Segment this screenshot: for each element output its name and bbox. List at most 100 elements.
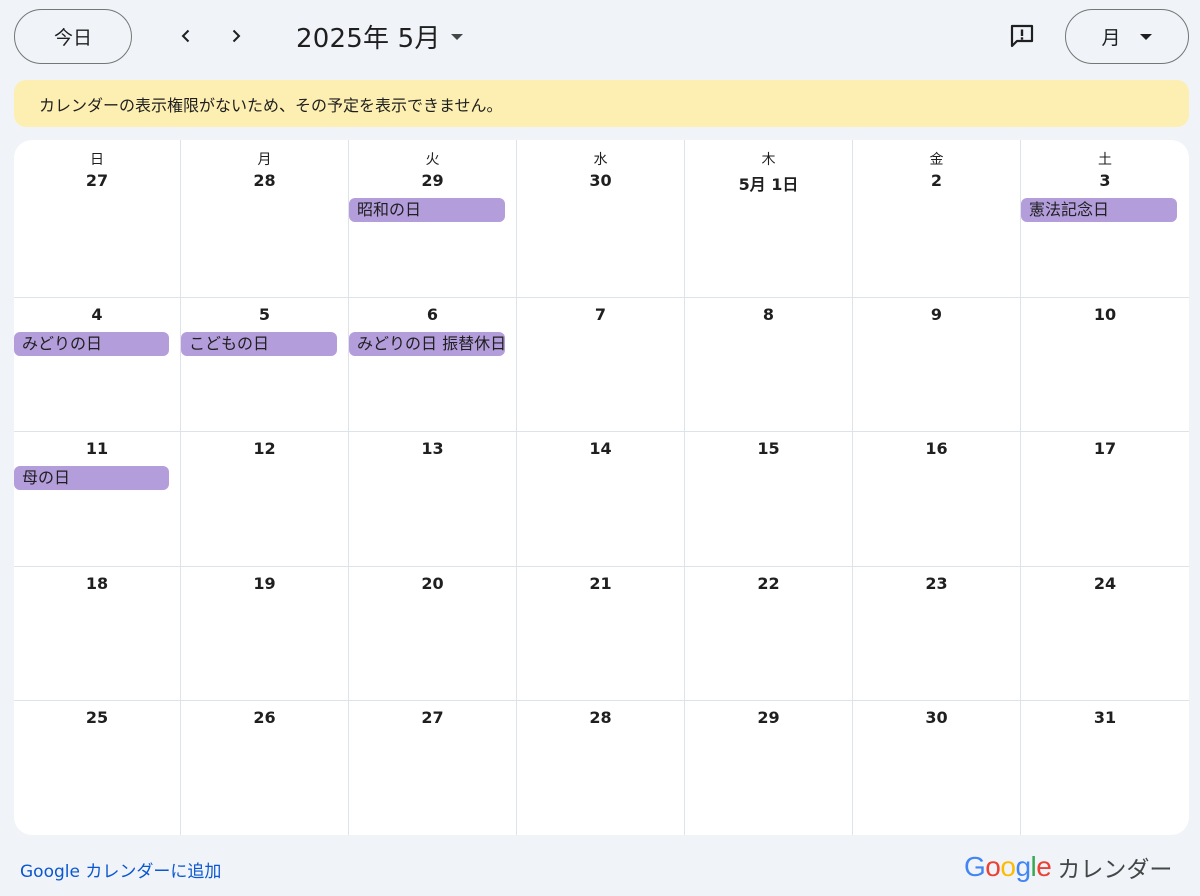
day-cell[interactable]: 5 こどもの日 (181, 298, 349, 432)
day-number: 8 (762, 305, 775, 324)
day-number: 29 (421, 171, 444, 190)
feedback-button[interactable] (1002, 16, 1042, 56)
view-selector-button[interactable]: 月 (1065, 9, 1189, 64)
weekday-header: 水 (593, 152, 608, 168)
caret-down-icon (451, 34, 463, 40)
day-number: 10 (1093, 305, 1117, 324)
day-cell[interactable]: 24 (1021, 567, 1189, 701)
day-cell[interactable]: 14 (517, 432, 685, 567)
weekday-header: 月 (257, 152, 272, 168)
day-cell[interactable]: 金2 (853, 140, 1021, 298)
day-cell[interactable]: 11 母の日 (14, 432, 181, 567)
day-number: 15 (757, 439, 780, 458)
day-cell[interactable]: 29 (685, 701, 853, 835)
day-number: 9 (930, 305, 943, 324)
weekday-header: 土 (1098, 152, 1112, 168)
day-cell[interactable]: 10 (1021, 298, 1189, 432)
day-number: 13 (421, 439, 444, 458)
today-button[interactable]: 今日 (14, 9, 132, 64)
day-number: 22 (757, 574, 780, 593)
day-number: 2 (930, 171, 943, 190)
day-number: 7 (594, 305, 607, 324)
day-number: 21 (589, 574, 612, 593)
day-cell[interactable]: 25 (14, 701, 181, 835)
day-cell[interactable]: 木 5月 1日 (685, 140, 853, 298)
banner-text: カレンダーの表示権限がないため、その予定を表示できません。 (39, 95, 503, 115)
day-number: 18 (85, 574, 109, 593)
permission-warning-banner: カレンダーの表示権限がないため、その予定を表示できません。 (14, 80, 1189, 127)
day-cell[interactable]: 13 (349, 432, 517, 567)
day-cell[interactable]: 火 29 昭和の日 (349, 140, 517, 298)
day-cell[interactable]: 20 (349, 567, 517, 701)
view-selector-label: 月 (1101, 27, 1121, 49)
day-number: 27 (85, 171, 109, 190)
day-number: 19 (253, 574, 276, 593)
event-chip[interactable]: みどりの日 (14, 332, 169, 356)
day-cell[interactable]: 21 (517, 567, 685, 701)
next-month-button[interactable] (216, 16, 256, 56)
weekday-header: 火 (425, 152, 440, 168)
day-cell[interactable]: 31 (1021, 701, 1189, 835)
weekday-header: 木 (761, 152, 776, 168)
day-number: 24 (1093, 574, 1117, 593)
day-cell[interactable]: 土 3 憲法記念日 (1021, 140, 1189, 298)
chevron-left-icon (181, 29, 190, 43)
day-cell[interactable]: 日 27 (14, 140, 181, 298)
day-number: 27 (421, 708, 444, 727)
day-number: 28 (589, 708, 612, 727)
google-calendar-brand: Google カレンダー (964, 851, 1172, 883)
day-number: 30 (589, 171, 612, 190)
add-to-google-calendar-link[interactable]: Google カレンダーに追加 (20, 857, 221, 882)
day-number: 5 (258, 305, 271, 324)
day-number: 4 (91, 305, 103, 324)
day-cell[interactable]: 17 (1021, 432, 1189, 567)
event-chip[interactable]: 母の日 (14, 466, 169, 490)
day-number: 29 (757, 708, 780, 727)
day-cell[interactable]: 4 みどりの日 (14, 298, 181, 432)
day-number: 28 (253, 171, 276, 190)
google-logo: Google (964, 851, 1052, 882)
day-number: 3 (1099, 171, 1111, 190)
day-number: 17 (1093, 439, 1117, 458)
feedback-icon (1010, 24, 1034, 48)
event-chip[interactable]: 昭和の日 (349, 198, 505, 222)
previous-month-button[interactable] (166, 16, 206, 56)
day-cell[interactable]: 18 (14, 567, 181, 701)
day-cell[interactable]: 22 (685, 567, 853, 701)
day-cell[interactable]: 9 (853, 298, 1021, 432)
day-cell[interactable]: 7 (517, 298, 685, 432)
day-number: 14 (589, 439, 612, 458)
day-number: 31 (1093, 708, 1117, 727)
day-number: 30 (925, 708, 948, 727)
event-chip[interactable]: 憲法記念日 (1021, 198, 1177, 222)
toolbar: 今日 2025年 5月 月 (0, 0, 1200, 74)
day-cell[interactable]: 12 (181, 432, 349, 567)
day-cell[interactable]: 23 (853, 567, 1021, 701)
day-number: 11 (85, 439, 109, 458)
day-cell[interactable]: 30 (853, 701, 1021, 835)
day-number: 20 (421, 574, 444, 593)
day-cell[interactable]: 28 (517, 701, 685, 835)
day-cell[interactable]: 8 (685, 298, 853, 432)
caret-down-icon (1139, 33, 1152, 40)
day-number: 23 (925, 574, 948, 593)
day-cell[interactable]: 6 みどりの日 振替休日 (349, 298, 517, 432)
month-picker-button[interactable] (442, 24, 472, 50)
weekday-header: 金 (929, 152, 944, 168)
event-chip[interactable]: みどりの日 振替休日 (349, 332, 505, 356)
day-number: 6 (426, 305, 439, 324)
day-cell[interactable]: 月 28 (181, 140, 349, 298)
day-cell[interactable]: 水 30 (517, 140, 685, 298)
brand-text: カレンダー (1057, 857, 1173, 883)
day-cell[interactable]: 27 (349, 701, 517, 835)
day-number: 12 (253, 439, 276, 458)
day-cell[interactable]: 16 (853, 432, 1021, 567)
month-title: 2025年 5月 (296, 24, 441, 54)
month-grid: 日 27 月 28 火 29 昭和の日水 30 木 5月 1日金 2 土 3 憲法記念日 4 みどりの日 5 こど… (14, 140, 1189, 835)
event-chip[interactable]: こどもの日 (181, 332, 337, 356)
day-cell[interactable]: 15 (685, 432, 853, 567)
day-number: 25 (85, 708, 109, 727)
day-cell[interactable]: 19 (181, 567, 349, 701)
day-number: 5月 1日 (738, 175, 799, 194)
day-cell[interactable]: 26 (181, 701, 349, 835)
